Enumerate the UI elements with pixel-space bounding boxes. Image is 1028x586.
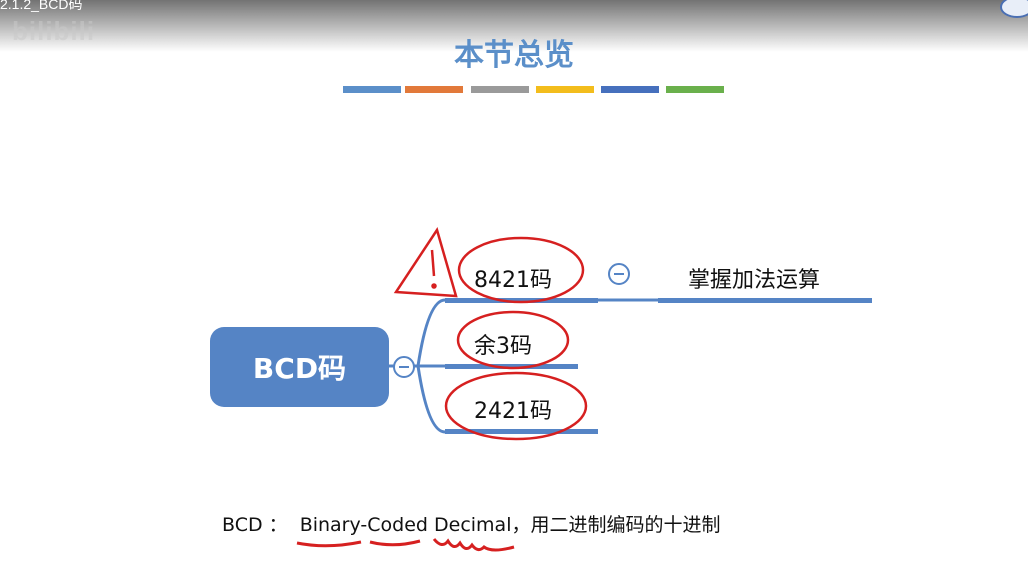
- annotation-underline: [296, 540, 362, 548]
- branch-label-yu3[interactable]: 余3码: [474, 328, 532, 360]
- annotation-underline: [432, 538, 515, 552]
- branch-label-2421[interactable]: 2421码: [474, 393, 552, 425]
- annotation-underline: [369, 539, 421, 547]
- definition-text: BCD ： Binary-Coded Decimal，用二进制编码的十进制: [222, 510, 721, 537]
- child-label-addition[interactable]: 掌握加法运算: [688, 262, 820, 294]
- minus-icon[interactable]: [608, 263, 630, 285]
- definition-prefix: BCD ：: [222, 514, 288, 536]
- warning-triangle-icon: [393, 227, 458, 298]
- definition-term: Binary-Coded Decimal: [299, 514, 512, 536]
- minus-icon[interactable]: [393, 356, 415, 378]
- branch-label-8421[interactable]: 8421码: [474, 262, 552, 294]
- child-underline: [658, 298, 872, 303]
- mindmap-root-node[interactable]: BCD码: [210, 327, 389, 407]
- definition-suffix: ，用二进制编码的十进制: [511, 514, 721, 536]
